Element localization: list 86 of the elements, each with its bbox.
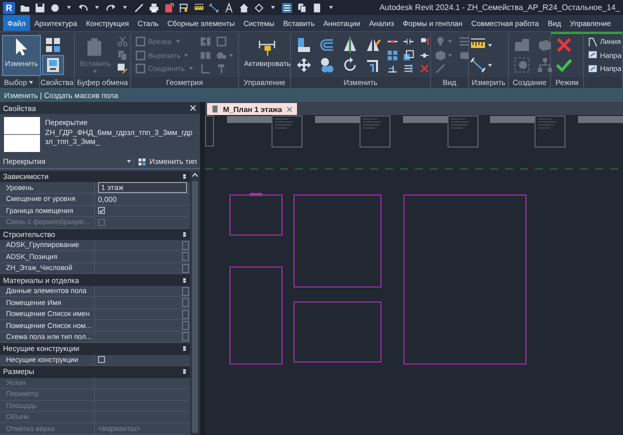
scale-icon [403, 50, 414, 61]
cancel-icon [556, 37, 572, 53]
folder-icon[interactable] [20, 2, 30, 12]
printer-icon[interactable] [149, 2, 159, 12]
checkbox[interactable] [98, 207, 105, 214]
sheet-icon[interactable] [312, 2, 322, 12]
floor-boundary[interactable] [294, 302, 382, 362]
type-preview [4, 117, 40, 152]
square-icon [135, 36, 146, 48]
tool-button[interactable] [42, 55, 64, 75]
save-icon[interactable] [35, 2, 45, 12]
floor-boundary[interactable] [230, 194, 282, 236]
dimension-icon [470, 57, 486, 73]
line-icon [435, 63, 446, 74]
line-icon[interactable] [134, 2, 144, 12]
hierarchy-icon [537, 57, 553, 73]
bulb-icon [435, 36, 446, 48]
square-icon [135, 63, 146, 74]
diamond-icon[interactable] [254, 2, 264, 12]
window-icon [45, 57, 61, 73]
sheet-icon[interactable] [164, 2, 174, 12]
box-icon [459, 50, 470, 61]
delete-icon [419, 63, 430, 74]
scissors-icon [116, 36, 128, 48]
tool-button[interactable] [471, 55, 493, 75]
tool-button[interactable] [401, 48, 416, 62]
app-button[interactable]: R [3, 2, 15, 14]
pages-icon[interactable] [297, 2, 307, 12]
collapse-icon[interactable] [181, 230, 188, 238]
grip-handle[interactable] [250, 193, 262, 196]
square-icon [135, 50, 146, 61]
undo-icon[interactable] [78, 2, 88, 12]
split-icon [200, 50, 211, 61]
move-icon [296, 57, 312, 73]
window-title: Autodesk Revit 2024.1 - ZH_Семейства_АР_R24_Остальное_14_ [379, 3, 620, 12]
offset-icon [319, 37, 335, 53]
pages-icon [116, 50, 128, 61]
collapse-icon[interactable] [181, 276, 188, 284]
hammer-icon [216, 63, 227, 74]
cube-icon [435, 50, 446, 61]
trim-icon [387, 63, 398, 74]
tool-button[interactable] [385, 48, 400, 62]
collapse-icon[interactable] [181, 368, 188, 376]
notch-icon [200, 36, 211, 48]
corner-icon [200, 63, 211, 74]
title-block-drawing [578, 116, 623, 123]
letter-icon[interactable] [224, 2, 234, 12]
rotate-icon [342, 57, 358, 73]
arrow-up-icon[interactable] [191, 171, 199, 179]
blocks-icon [514, 37, 530, 53]
list-icon[interactable] [282, 2, 292, 12]
mirror-icon [342, 37, 358, 53]
check-icon [556, 57, 572, 73]
tag-icon[interactable] [179, 2, 189, 12]
sheet-frame-drawing [205, 116, 214, 146]
dimension-icon[interactable] [209, 2, 219, 12]
checkbox[interactable] [98, 356, 105, 364]
gap-icon [403, 36, 414, 48]
house-icon[interactable] [239, 2, 249, 12]
assembly-icon [514, 57, 530, 73]
brush-icon [116, 63, 128, 74]
floor-boundary[interactable] [404, 194, 526, 364]
tool-button[interactable] [114, 62, 130, 76]
redo-icon[interactable] [106, 2, 116, 12]
collapse-icon[interactable] [181, 173, 188, 180]
tiles-icon [138, 158, 146, 166]
align-icon [296, 37, 312, 53]
lines-icon [403, 63, 414, 74]
floor-boundary[interactable] [294, 194, 382, 288]
ruler-icon[interactable] [194, 2, 204, 12]
shape-icon [537, 37, 553, 53]
array-icon [387, 50, 398, 61]
mirror-icon [365, 37, 381, 53]
scrollbar[interactable] [190, 171, 200, 435]
lines-icon [459, 36, 470, 48]
floor-boundary[interactable] [230, 266, 282, 364]
copy-icon [319, 57, 335, 73]
blob-icon [216, 50, 227, 61]
tiles-icon [45, 37, 61, 53]
square-icon [216, 36, 227, 48]
box-icon [588, 64, 598, 74]
box-icon [588, 50, 598, 60]
trim-icon [365, 57, 381, 73]
sheet-icon [211, 105, 219, 113]
path-icon [588, 36, 598, 47]
collapse-icon[interactable] [181, 345, 188, 352]
